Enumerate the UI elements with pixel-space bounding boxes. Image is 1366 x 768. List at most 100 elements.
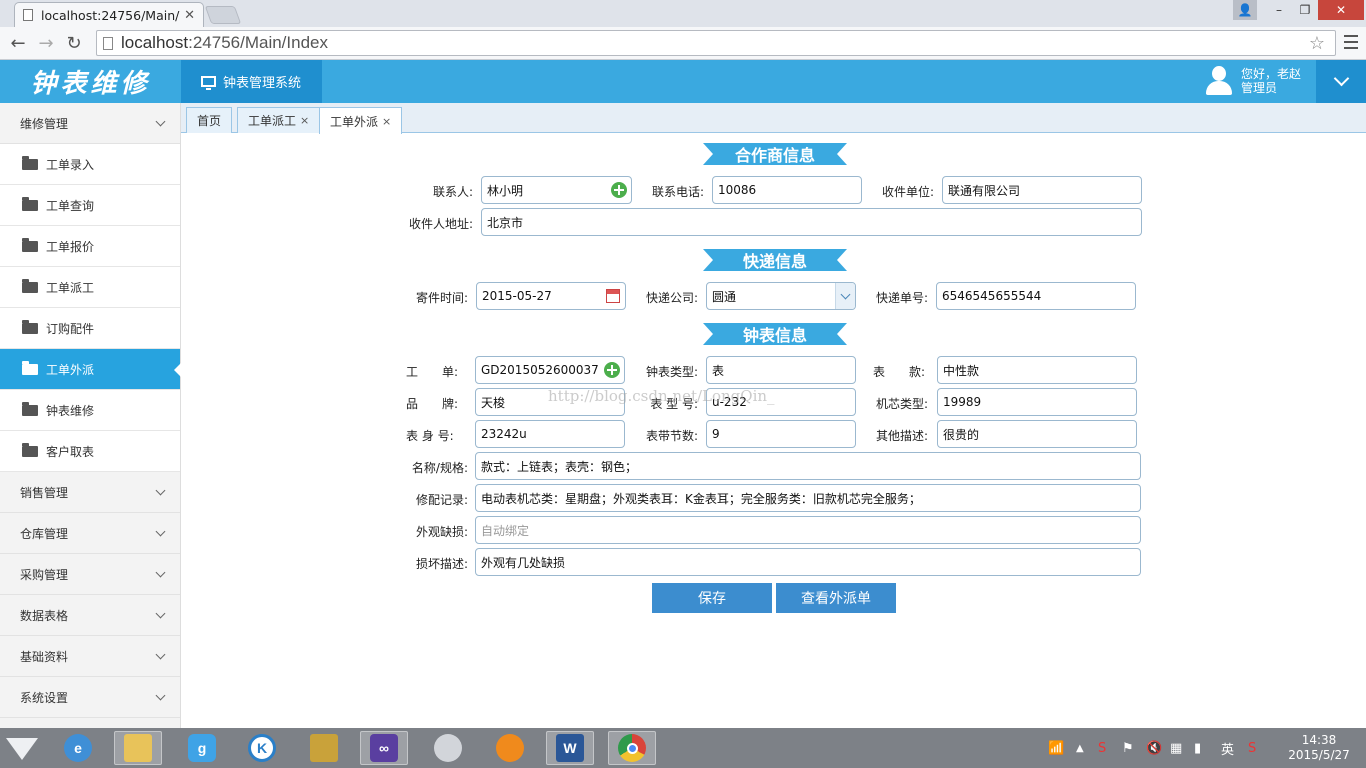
express-company-select[interactable]: 圆通 xyxy=(706,282,856,310)
chevron-down-icon[interactable] xyxy=(835,283,855,309)
app-5[interactable] xyxy=(300,731,348,765)
new-tab-button[interactable] xyxy=(204,6,242,24)
sogou-icon[interactable]: S xyxy=(1098,728,1106,768)
sidebar-item-label: 客户取表 xyxy=(46,444,95,459)
movement-label: 机芯类型: xyxy=(875,397,928,411)
input-language[interactable]: 英 xyxy=(1221,728,1234,768)
system-tab[interactable]: 钟表管理系统 xyxy=(181,60,322,103)
sidebar-item-label: 工单外派 xyxy=(46,362,95,377)
sidebar-item-order-outsource[interactable]: 工单外派 xyxy=(0,349,181,390)
back-icon[interactable]: ← xyxy=(6,31,30,55)
watch-style-label: 表 款: xyxy=(873,365,926,379)
sidebar-group-basic-data[interactable]: 基础资料 xyxy=(0,636,180,677)
sidebar-group-label: 销售管理 xyxy=(20,485,69,500)
tracking-field[interactable]: 6546545655544 xyxy=(936,282,1136,310)
close-icon[interactable]: × xyxy=(300,114,309,127)
start-button[interactable] xyxy=(4,732,40,764)
receiver-unit-field[interactable]: 联通有限公司 xyxy=(942,176,1142,204)
sidebar-group-data-tables[interactable]: 数据表格 xyxy=(0,595,180,636)
browser-menu-icon[interactable] xyxy=(1342,31,1360,53)
word-icon: W xyxy=(556,734,584,762)
app-3[interactable]: g xyxy=(178,731,226,765)
uc-browser-app[interactable] xyxy=(486,731,534,765)
express-company-label: 快递公司: xyxy=(645,291,698,305)
page-icon xyxy=(103,36,113,50)
sidebar-item-order-dispatch[interactable]: 工单派工 xyxy=(0,267,180,308)
sidebar-group-sales[interactable]: 销售管理 xyxy=(0,472,180,513)
sidebar-group-purchase[interactable]: 采购管理 xyxy=(0,554,180,595)
forward-icon[interactable]: → xyxy=(34,31,58,55)
calendar-icon[interactable] xyxy=(606,289,620,303)
close-window-button[interactable]: ✕ xyxy=(1318,0,1364,20)
sidebar-item-order-entry[interactable]: 工单录入 xyxy=(0,144,180,185)
minimize-button[interactable]: – xyxy=(1266,0,1292,20)
close-icon[interactable]: × xyxy=(382,115,391,128)
ie-app[interactable]: e xyxy=(54,731,102,765)
phone-field[interactable]: 10086 xyxy=(712,176,862,204)
visual-studio-app[interactable]: ∞ xyxy=(360,731,408,765)
watch-style-field[interactable]: 中性款 xyxy=(937,356,1137,384)
serial-field[interactable]: 23242u xyxy=(475,420,625,448)
tab-order-outsource[interactable]: 工单外派 × xyxy=(319,107,403,134)
sidebar-item-label: 钟表维修 xyxy=(46,403,95,418)
watch-type-field[interactable]: 表 xyxy=(706,356,856,384)
other-desc-field[interactable]: 很贵的 xyxy=(937,420,1137,448)
tab-order-dispatch[interactable]: 工单派工 × xyxy=(237,107,321,133)
sidebar-group-repair[interactable]: 维修管理 xyxy=(0,103,180,144)
defect-field[interactable]: 自动绑定 xyxy=(475,516,1141,544)
contact-label: 联系人: xyxy=(432,185,473,199)
chevron-down-icon xyxy=(155,567,166,578)
bookmark-star-icon[interactable]: ☆ xyxy=(1309,33,1325,54)
view-outsource-button[interactable]: 查看外派单 xyxy=(776,583,896,613)
sidebar-item-order-query[interactable]: 工单查询 xyxy=(0,185,180,226)
app-7[interactable] xyxy=(424,731,472,765)
explorer-app[interactable] xyxy=(114,731,162,765)
sidebar-item-order-quote[interactable]: 工单报价 xyxy=(0,226,180,267)
volume-icon[interactable]: 🔇 xyxy=(1146,728,1162,768)
browser-tab[interactable]: localhost:24756/Main/Ir ✕ xyxy=(14,2,204,27)
sidebar-group-settings[interactable]: 系统设置 xyxy=(0,677,180,718)
clock[interactable]: 14:38 2015/5/27 xyxy=(1284,733,1354,763)
word-app[interactable]: W xyxy=(546,731,594,765)
network-icon[interactable]: ▦ xyxy=(1170,728,1182,768)
send-time-label: 寄件时间: xyxy=(415,291,468,305)
add-icon[interactable] xyxy=(611,182,627,198)
header-dropdown-button[interactable] xyxy=(1316,60,1366,103)
sidebar-item-order-parts[interactable]: 订购配件 xyxy=(0,308,180,349)
spec-field[interactable]: 款式：上链表；表壳：钢色； xyxy=(475,452,1141,480)
user-greeting: 您好，老赵 xyxy=(1241,67,1302,81)
band-links-label: 表带节数: xyxy=(645,429,698,443)
sidebar-item-label: 工单查询 xyxy=(46,198,95,213)
maximize-button[interactable]: ❐ xyxy=(1292,0,1318,20)
send-time-field[interactable]: 2015-05-27 xyxy=(476,282,626,310)
user-icon[interactable]: 👤 xyxy=(1233,0,1257,20)
user-info[interactable]: 您好，老赵 管理员 xyxy=(1205,66,1301,96)
chrome-app[interactable] xyxy=(608,731,656,765)
sidebar: 维修管理 工单录入 工单查询 工单报价 工单派工 订购配件 工单外派 钟表维修 … xyxy=(0,103,181,728)
tab-home[interactable]: 首页 xyxy=(186,107,233,133)
contact-field[interactable]: 林小明 xyxy=(481,176,632,204)
band-links-field[interactable]: 9 xyxy=(706,420,856,448)
movement-field[interactable]: 19989 xyxy=(937,388,1137,416)
repair-record-field[interactable]: 电动表机芯类：星期盘；外观类表耳：K金表耳；完全服务类：旧款机芯完全服务； xyxy=(475,484,1141,512)
app-4[interactable]: K xyxy=(238,731,286,765)
sidebar-group-warehouse[interactable]: 仓库管理 xyxy=(0,513,180,554)
battery-icon[interactable]: ▮ xyxy=(1194,728,1201,768)
add-icon[interactable] xyxy=(604,362,620,378)
tray-expand-icon[interactable]: ▲ xyxy=(1076,728,1084,768)
save-button[interactable]: 保存 xyxy=(652,583,772,613)
flag-icon[interactable]: ⚑ xyxy=(1122,728,1134,768)
sidebar-item-customer-pickup[interactable]: 客户取表 xyxy=(0,431,180,472)
sogou-ime-icon[interactable]: S xyxy=(1248,728,1256,768)
browser-tab-title: localhost:24756/Main/Ir xyxy=(41,7,181,23)
order-field[interactable]: GD2015052600037 xyxy=(475,356,625,384)
damage-field[interactable]: 外观有几处缺损 xyxy=(475,548,1141,576)
sidebar-item-watch-repair[interactable]: 钟表维修 xyxy=(0,390,180,431)
address-field[interactable]: 北京市 xyxy=(481,208,1142,236)
page-icon xyxy=(23,9,33,21)
address-bar[interactable]: localhost:24756/Main/Index ☆ xyxy=(96,30,1336,56)
uc-icon xyxy=(496,734,524,762)
reload-icon[interactable]: ↻ xyxy=(62,31,86,55)
close-tab-icon[interactable]: ✕ xyxy=(184,8,195,23)
wifi-icon[interactable]: 📶 xyxy=(1048,728,1064,768)
